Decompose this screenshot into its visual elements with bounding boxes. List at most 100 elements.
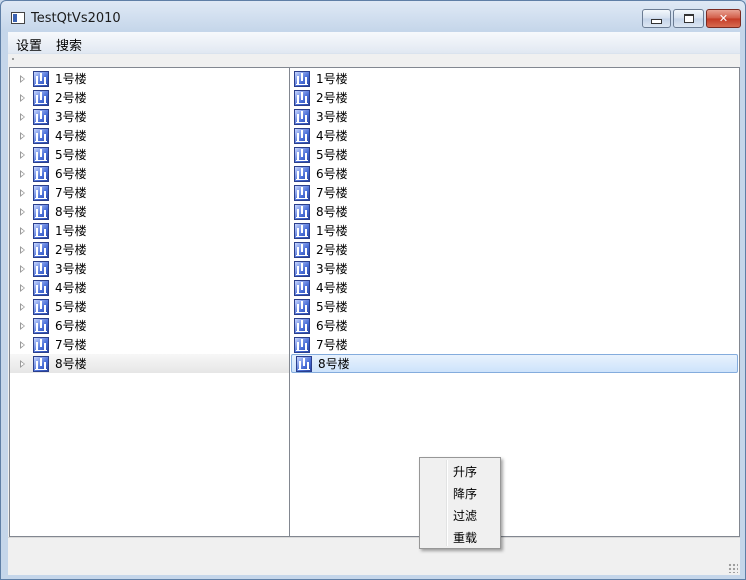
title-bar[interactable]: TestQtVs2010 ✕ [1,1,745,33]
item-label: 5号楼 [316,148,348,162]
minimize-button[interactable] [642,9,671,28]
list-item[interactable]: 3号楼 [290,107,739,126]
size-grip-icon[interactable] [728,563,738,573]
context-menu-ascending[interactable]: 升序 [422,460,498,482]
expand-arrow-icon[interactable] [20,359,25,368]
list-item[interactable]: 4号楼 [290,278,739,297]
item-label: 3号楼 [55,110,87,124]
chart-icon [294,241,310,258]
expand-arrow-icon[interactable] [20,321,25,330]
expand-arrow-icon[interactable] [20,188,25,197]
chart-icon [294,70,310,87]
close-button[interactable]: ✕ [706,9,741,28]
context-menu-reload[interactable]: 重载 [422,526,498,548]
tree-item[interactable]: 3号楼 [10,259,289,278]
chart-icon [33,165,49,182]
chart-icon [294,336,310,353]
item-label: 7号楼 [316,186,348,200]
list-item[interactable]: 4号楼 [290,126,739,145]
list-item[interactable]: 6号楼 [290,164,739,183]
tree-item[interactable]: 8号楼 [10,202,289,221]
item-label: 6号楼 [55,319,87,333]
expand-arrow-icon[interactable] [20,131,25,140]
tree-item[interactable]: 6号楼 [10,316,289,335]
tree-item[interactable]: 4号楼 [10,126,289,145]
tree-item[interactable]: 5号楼 [10,297,289,316]
item-label: 5号楼 [55,148,87,162]
tree-item[interactable]: 6号楼 [10,164,289,183]
list-item[interactable]: 1号楼 [290,221,739,240]
expand-arrow-icon[interactable] [20,150,25,159]
item-label: 5号楼 [316,300,348,314]
list-item[interactable]: 8号楼 [290,202,739,221]
window-title: TestQtVs2010 [31,11,121,26]
item-label: 3号楼 [316,262,348,276]
item-label: 2号楼 [55,91,87,105]
expand-arrow-icon[interactable] [20,169,25,178]
list-item[interactable]: 1号楼 [290,69,739,88]
list-item[interactable]: 5号楼 [290,297,739,316]
expand-arrow-icon[interactable] [20,112,25,121]
chart-icon [33,279,49,296]
chart-icon [294,317,310,334]
expand-arrow-icon[interactable] [20,340,25,349]
list-view[interactable]: 1号楼 2号楼 3号楼 4号楼 5号楼 6号楼 7号楼 8号楼 1号楼 2号楼 3号楼 4号楼 5号楼 6… [289,67,740,537]
item-label: 6号楼 [55,167,87,181]
item-label: 6号楼 [316,319,348,333]
expand-arrow-icon[interactable] [20,264,25,273]
list-item[interactable]: 3号楼 [290,259,739,278]
context-menu-label: 重载 [453,530,478,545]
item-label: 1号楼 [55,72,87,86]
tree-item[interactable]: 1号楼 [10,221,289,240]
item-label: 4号楼 [55,129,87,143]
context-menu-descending[interactable]: 降序 [422,482,498,504]
maximize-button[interactable] [673,9,704,28]
toolbar-grip[interactable] [12,58,14,60]
chart-icon [33,70,49,87]
tree-view[interactable]: 1号楼 2号楼 3号楼 4号楼 5号楼 6号楼 7号楼 8号楼 1号楼 2号楼 3号楼 4号楼 5号楼 6… [9,67,290,537]
menu-search[interactable]: 搜索 [56,35,82,54]
list-item[interactable]: 7号楼 [290,183,739,202]
chart-icon [294,108,310,125]
expand-arrow-icon[interactable] [20,74,25,83]
chart-icon [33,241,49,258]
tree-item[interactable]: 2号楼 [10,88,289,107]
chart-icon [294,222,310,239]
chart-icon [294,260,310,277]
chart-icon [33,203,49,220]
chart-icon [294,165,310,182]
expand-arrow-icon[interactable] [20,226,25,235]
tree-item[interactable]: 8号楼 [10,354,289,373]
chart-icon [33,260,49,277]
chart-icon [294,298,310,315]
list-item[interactable]: 7号楼 [290,335,739,354]
tree-item[interactable]: 7号楼 [10,335,289,354]
item-label: 4号楼 [316,129,348,143]
item-label: 1号楼 [55,224,87,238]
menu-settings[interactable]: 设置 [16,35,42,54]
context-menu-label: 降序 [453,486,478,501]
tree-item[interactable]: 7号楼 [10,183,289,202]
list-item[interactable]: 2号楼 [290,240,739,259]
chart-icon [33,222,49,239]
context-menu-label: 升序 [453,464,478,479]
list-item[interactable]: 6号楼 [290,316,739,335]
list-item[interactable]: 8号楼 [291,354,738,373]
status-bar [8,537,740,575]
expand-arrow-icon[interactable] [20,207,25,216]
expand-arrow-icon[interactable] [20,302,25,311]
expand-arrow-icon[interactable] [20,283,25,292]
expand-arrow-icon[interactable] [20,93,25,102]
tree-item[interactable]: 2号楼 [10,240,289,259]
item-label: 5号楼 [55,300,87,314]
list-item[interactable]: 2号楼 [290,88,739,107]
tree-item[interactable]: 5号楼 [10,145,289,164]
expand-arrow-icon[interactable] [20,245,25,254]
context-menu-filter[interactable]: 过滤 [422,504,498,526]
item-label: 4号楼 [55,281,87,295]
list-item[interactable]: 5号楼 [290,145,739,164]
item-label: 2号楼 [316,243,348,257]
tree-item[interactable]: 4号楼 [10,278,289,297]
tree-item[interactable]: 3号楼 [10,107,289,126]
tree-item[interactable]: 1号楼 [10,69,289,88]
